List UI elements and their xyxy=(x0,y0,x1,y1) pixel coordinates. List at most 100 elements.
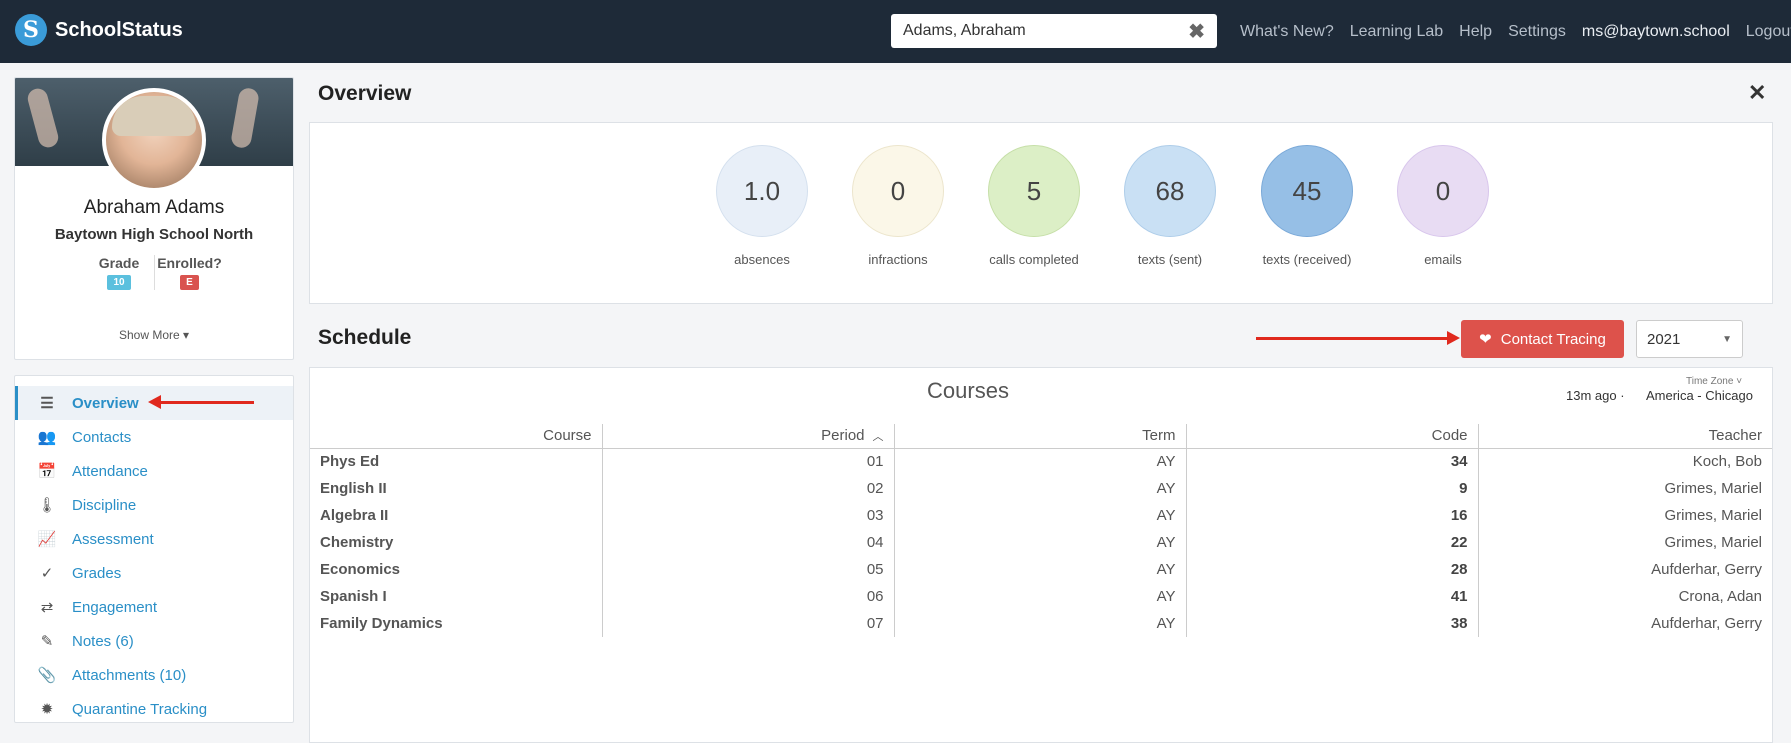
sort-ascending-icon: ︿ xyxy=(872,431,884,444)
sidebar-item-label: Contacts xyxy=(72,428,132,446)
stat-texts-sent[interactable]: 68 texts (sent) xyxy=(1110,145,1230,267)
enrolled-label: Enrolled? xyxy=(157,255,222,271)
table-row[interactable]: Family Dynamics 07 AY 38 Aufderhar, Gerry xyxy=(310,610,1772,637)
column-header-period[interactable]: Period ︿ xyxy=(602,424,895,449)
overview-stats-panel: 1.0 absences 0 infractions 5 calls compl… xyxy=(309,122,1773,304)
column-header-term[interactable]: Term xyxy=(894,424,1187,449)
contact-tracing-button[interactable]: ❤ Contact Tracing xyxy=(1461,320,1624,358)
stat-label: emails xyxy=(1424,252,1462,267)
stat-label: texts (sent) xyxy=(1137,252,1203,267)
cell-teacher: Grimes, Mariel xyxy=(1664,534,1762,551)
grade-stat: Grade 10 xyxy=(84,255,154,290)
stat-circle: 0 xyxy=(852,145,944,237)
student-search: ✖ xyxy=(891,14,1217,48)
sidebar-item-grades[interactable]: ✓ Grades xyxy=(15,556,293,590)
search-input[interactable] xyxy=(903,22,1189,40)
top-navbar: S SchoolStatus ✖ What's New? Learning La… xyxy=(0,0,1791,63)
sidebar-item-label: Grades xyxy=(72,564,122,582)
enrolled-badge: E xyxy=(180,275,199,290)
stat-circle: 0 xyxy=(1397,145,1489,237)
nav-whats-new[interactable]: What's New? xyxy=(1240,23,1334,41)
time-zone-label[interactable]: Time Zone ˅ xyxy=(1686,376,1742,387)
schoolstatus-logo-icon: S xyxy=(15,14,47,46)
table-row[interactable]: Phys Ed 01 AY 34 Koch, Bob xyxy=(310,448,1772,475)
cell-period: 07 xyxy=(602,610,895,637)
sidebar-item-attachments[interactable]: 📎 Attachments (10) xyxy=(15,658,293,692)
cell-course: Phys Ed xyxy=(310,448,603,475)
nav-logout[interactable]: Logout xyxy=(1746,23,1791,41)
table-row[interactable]: Economics 05 AY 28 Aufderhar, Gerry xyxy=(310,556,1772,583)
sidebar-item-discipline[interactable]: 🌡 Discipline xyxy=(15,488,293,522)
student-school: Baytown High School North xyxy=(54,226,254,243)
cell-teacher: Crona, Adan xyxy=(1678,588,1762,605)
virus-icon: ✹ xyxy=(40,701,54,718)
stat-circle: 5 xyxy=(988,145,1080,237)
banner-image xyxy=(25,86,61,150)
stat-infractions[interactable]: 0 infractions xyxy=(838,145,958,267)
cell-teacher: Grimes, Mariel xyxy=(1664,507,1762,524)
sidebar-item-assessment[interactable]: 📈 Assessment xyxy=(15,522,293,556)
cell-term: AY xyxy=(894,448,1187,475)
sidebar-item-label: Engagement xyxy=(72,598,158,616)
app-logo[interactable]: S SchoolStatus xyxy=(15,14,183,46)
users-icon: 👥 xyxy=(37,429,57,446)
column-header-code[interactable]: Code xyxy=(1186,424,1479,449)
column-header-teacher[interactable]: Teacher xyxy=(1478,424,1772,449)
cell-teacher: Koch, Bob xyxy=(1692,453,1762,471)
banner-image xyxy=(229,86,261,150)
table-row[interactable]: English II 02 AY 9 Grimes, Mariel xyxy=(310,475,1772,502)
cell-code: 9 xyxy=(1186,475,1479,502)
sidebar-item-label: Quarantine Tracking xyxy=(72,700,208,718)
check-icon: ✓ xyxy=(40,565,54,582)
cell-period: 03 xyxy=(602,502,895,529)
cell-teacher: Aufderhar, Gerry xyxy=(1651,561,1762,578)
sidebar-item-quarantine-tracking[interactable]: ✹ Quarantine Tracking xyxy=(15,692,293,726)
sidebar-item-label: Overview xyxy=(72,394,139,412)
nav-settings[interactable]: Settings xyxy=(1508,23,1566,41)
sidebar-item-label: Notes (6) xyxy=(72,632,134,650)
sidebar-item-contacts[interactable]: 👥 Contacts xyxy=(15,420,293,454)
heart-icon: ❤ xyxy=(1479,331,1492,348)
year-select[interactable]: 2021 ▼ xyxy=(1636,320,1743,358)
sidebar-nav: ☰ Overview 👥 Contacts 📅 Attendance 🌡 Discipl… xyxy=(14,375,294,723)
enrolled-stat: Enrolled? E xyxy=(154,255,224,290)
stat-calls-completed[interactable]: 5 calls completed xyxy=(974,145,1094,267)
sidebar-item-engagement[interactable]: ⇄ Engagement xyxy=(15,590,293,624)
sidebar-item-label: Assessment xyxy=(72,530,154,548)
student-stats: Grade 10 Enrolled? E xyxy=(15,255,293,290)
table-row[interactable]: Chemistry 04 AY 22 Grimes, Mariel xyxy=(310,529,1772,556)
paperclip-icon: 📎 xyxy=(37,667,57,684)
top-nav-links: What's New? Learning Lab Help Settings m… xyxy=(1240,0,1791,63)
column-header-course[interactable]: Course xyxy=(310,424,603,449)
student-profile-card: Abraham Adams Baytown High School North … xyxy=(14,77,294,360)
stat-texts-received[interactable]: 45 texts (received) xyxy=(1247,145,1367,267)
stat-emails[interactable]: 0 emails xyxy=(1383,145,1503,267)
show-more-link[interactable]: Show More ▾ xyxy=(15,328,293,342)
stat-label: texts (received) xyxy=(1262,252,1352,267)
close-icon[interactable]: ✖ xyxy=(1188,19,1205,44)
close-icon[interactable]: ✕ xyxy=(1748,80,1766,106)
nav-help[interactable]: Help xyxy=(1459,23,1492,41)
sidebar-item-notes[interactable]: ✎ Notes (6) xyxy=(15,624,293,658)
time-zone-value[interactable]: America - Chicago xyxy=(1646,388,1753,403)
cell-code: 28 xyxy=(1186,556,1479,583)
nav-learning-lab[interactable]: Learning Lab xyxy=(1350,23,1443,41)
cell-course: Family Dynamics xyxy=(310,610,603,637)
table-row[interactable]: Spanish I 06 AY 41 Crona, Adan xyxy=(310,583,1772,610)
stat-absences[interactable]: 1.0 absences xyxy=(702,145,822,267)
sidebar-item-label: Attendance xyxy=(72,462,148,480)
annotation-arrow-contact-tracing xyxy=(1256,331,1460,345)
cell-period: 01 xyxy=(602,448,895,475)
stat-label: infractions xyxy=(868,252,928,267)
nav-user-email[interactable]: ms@baytown.school xyxy=(1582,23,1730,41)
cell-course: Algebra II xyxy=(310,502,603,529)
grade-badge: 10 xyxy=(107,275,131,290)
contact-tracing-label: Contact Tracing xyxy=(1500,330,1606,348)
table-row[interactable]: Algebra II 03 AY 16 Grimes, Mariel xyxy=(310,502,1772,529)
cell-term: AY xyxy=(894,529,1187,556)
courses-title: Courses xyxy=(927,378,1009,403)
cell-term: AY xyxy=(894,583,1187,610)
chevron-down-icon: ▼ xyxy=(1722,333,1732,345)
list-icon: ☰ xyxy=(40,395,54,412)
sidebar-item-attendance[interactable]: 📅 Attendance xyxy=(15,454,293,488)
